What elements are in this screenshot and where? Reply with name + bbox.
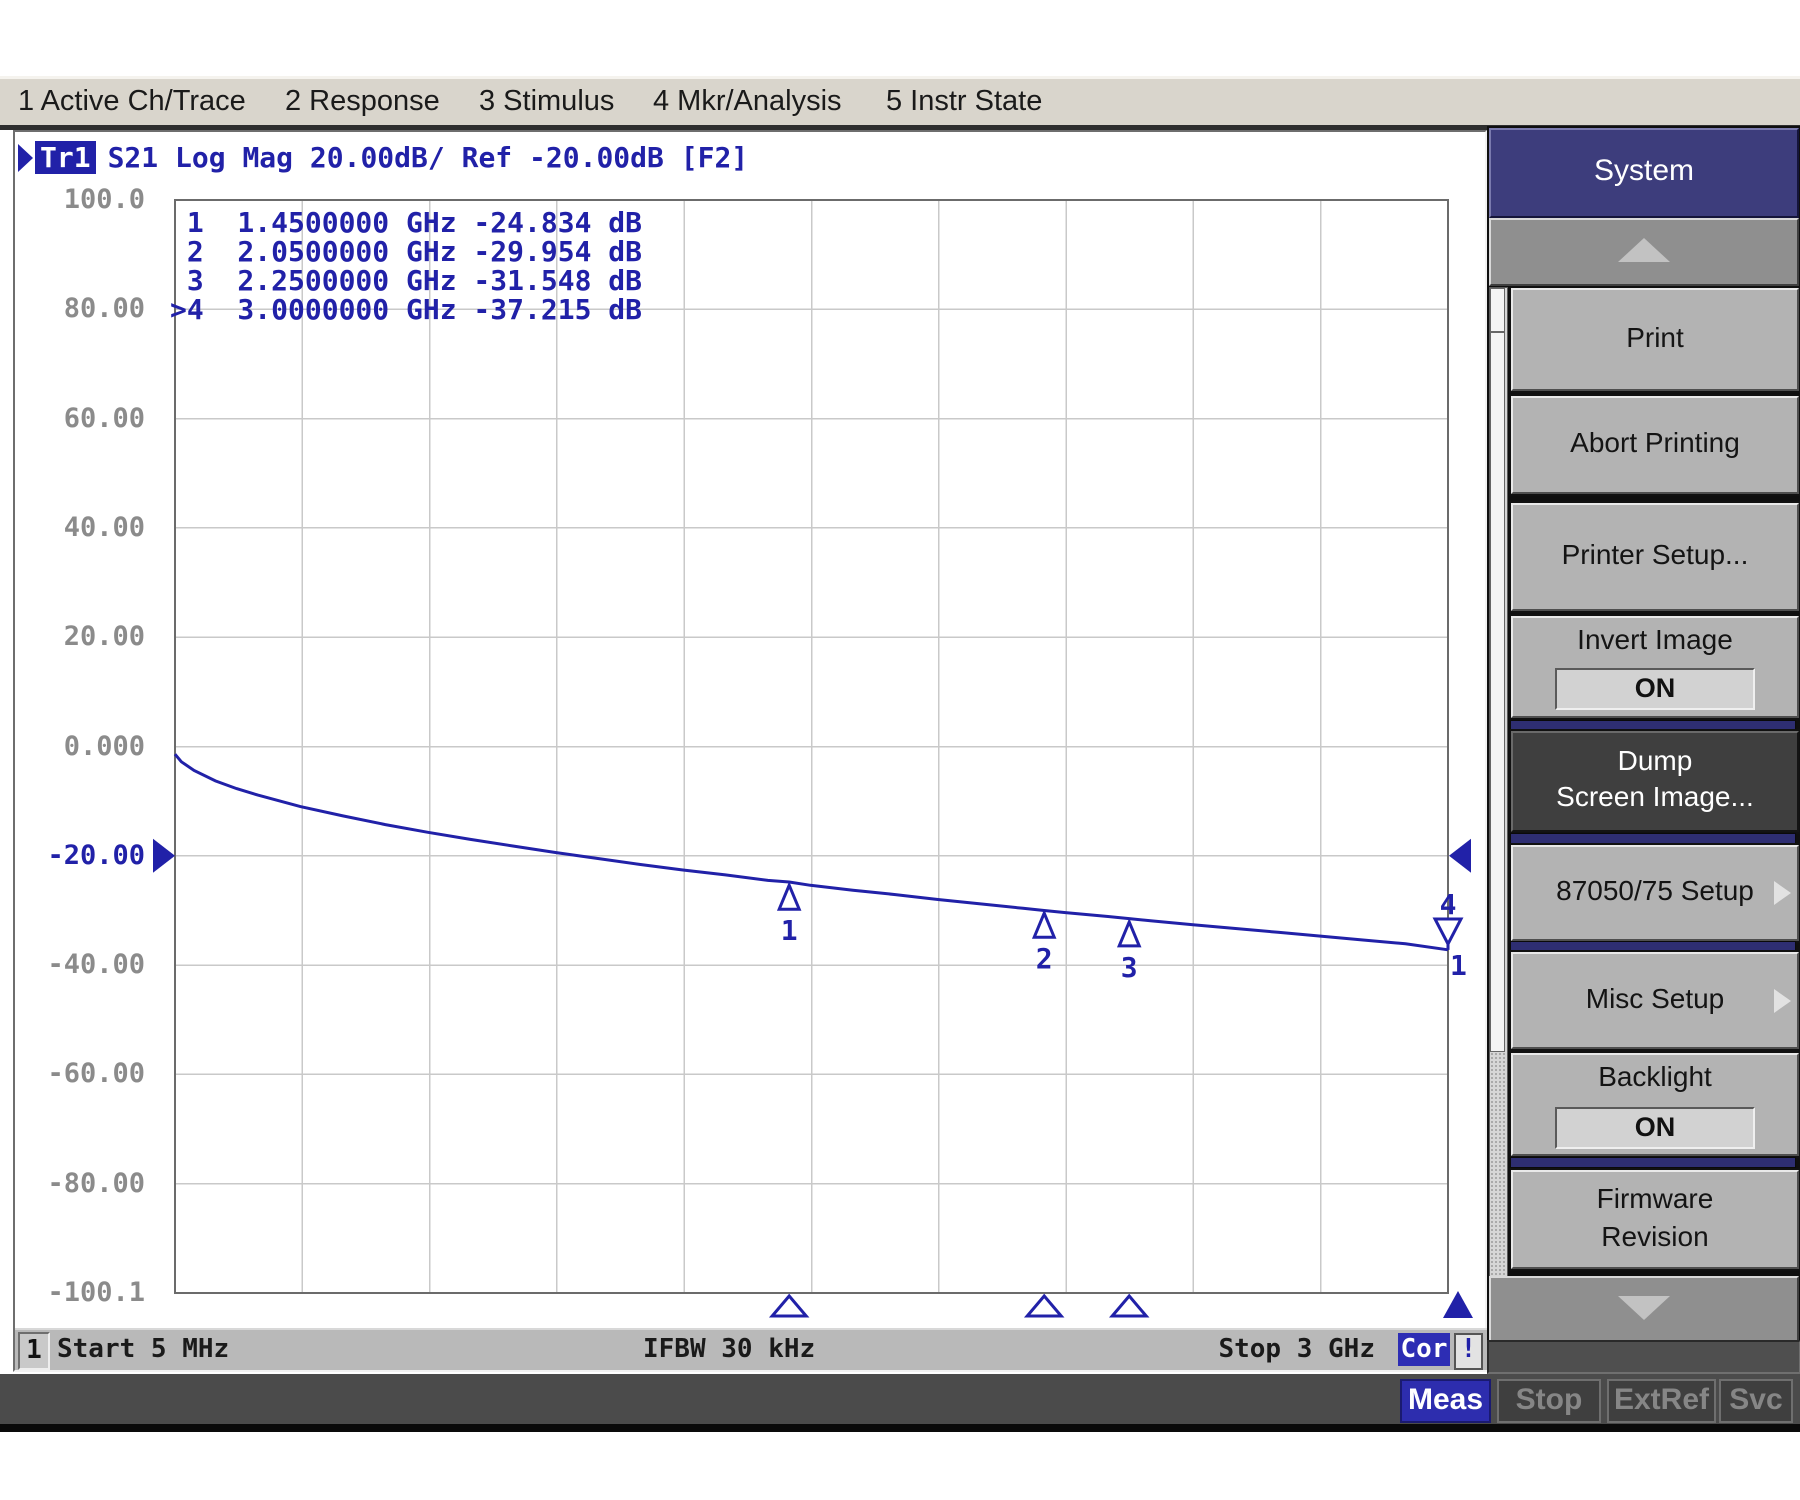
channel-indicator: 1 xyxy=(18,1332,50,1370)
softkey-label: Print xyxy=(1513,290,1797,385)
marker-table-row: >4 3.0000000 GHz -37.215 dB xyxy=(170,295,642,324)
softkey-label: Invert Image xyxy=(1513,624,1797,656)
softkey-firmware-revision[interactable]: Firmware Revision xyxy=(1511,1170,1799,1269)
menu-instr-state[interactable]: 5 Instr State xyxy=(886,85,1042,118)
menu-active-ch-trace[interactable]: 1 Active Ch/Trace xyxy=(18,85,246,118)
softkey-label: Abort Printing xyxy=(1513,398,1797,488)
softkey-printer-setup[interactable]: Printer Setup... xyxy=(1511,503,1799,611)
menu-scrollbar[interactable] xyxy=(1489,287,1508,1340)
y-axis-label: -100.1 xyxy=(28,1277,145,1309)
menu-title-system: System xyxy=(1489,128,1799,218)
y-axis-label: 20.00 xyxy=(28,621,145,653)
scrollbar-segment xyxy=(1490,288,1505,332)
status-light-stop: Stop xyxy=(1497,1379,1601,1423)
bottom-edge xyxy=(0,1424,1800,1432)
status-light-meas: Meas xyxy=(1400,1379,1491,1423)
status-light-svc: Svc xyxy=(1719,1379,1793,1423)
menu-response[interactable]: 2 Response xyxy=(285,85,440,118)
softkey-label: Screen Image... xyxy=(1513,779,1797,815)
softkey-label: Dump xyxy=(1513,743,1797,779)
y-axis-label: 60.00 xyxy=(28,403,145,435)
y-axis-label: -40.00 xyxy=(28,949,145,981)
trace-descr: S21 Log Mag 20.00dB/ Ref -20.00dB [F2] xyxy=(108,141,749,174)
active-trace-arrow-icon xyxy=(18,144,33,172)
y-axis-label: -60.00 xyxy=(28,1058,145,1090)
warning-badge: ! xyxy=(1454,1333,1483,1370)
softkey-invert-image[interactable]: Invert Image ON xyxy=(1511,616,1799,718)
ifbw-label: IFBW 30 kHz xyxy=(643,1334,815,1364)
y-axis-label: 0.000 xyxy=(28,731,145,763)
group-divider xyxy=(1511,942,1795,951)
marker-table-row: 1 1.4500000 GHz -24.834 dB xyxy=(170,208,642,237)
start-frequency-label: Start 5 MHz xyxy=(57,1334,229,1364)
stop-frequency-label: Stop 3 GHz xyxy=(1115,1334,1375,1364)
scrollbar-thumb[interactable] xyxy=(1490,332,1505,1052)
menu-recess-bar xyxy=(1487,1340,1800,1374)
scroll-up-button[interactable] xyxy=(1489,218,1799,286)
softkey-abort-printing[interactable]: Abort Printing xyxy=(1511,396,1799,494)
softkey-label: Firmware xyxy=(1513,1180,1797,1218)
softkey-label: Revision xyxy=(1513,1218,1797,1256)
softkey-print[interactable]: Print xyxy=(1511,288,1799,391)
down-arrow-icon xyxy=(1618,1296,1670,1320)
y-axis-label: 40.00 xyxy=(28,512,145,544)
status-bar: 1 Start 5 MHz IFBW 30 kHz Stop 3 GHz Cor… xyxy=(15,1328,1487,1370)
submenu-arrow-icon xyxy=(1774,881,1791,905)
softkey-label: Backlight xyxy=(1513,1061,1797,1093)
y-axis-ref-level-label: -20.00 xyxy=(28,840,145,872)
menu-bar: 1 Active Ch/Trace 2 Response 3 Stimulus … xyxy=(0,76,1800,130)
trace-title: Tr1 S21 Log Mag 20.00dB/ Ref -20.00dB [F2… xyxy=(18,141,748,175)
softkey-label: Misc Setup xyxy=(1513,954,1797,1043)
softkey-misc-setup[interactable]: Misc Setup xyxy=(1511,952,1799,1049)
submenu-arrow-icon xyxy=(1774,989,1791,1013)
menu-stimulus[interactable]: 3 Stimulus xyxy=(479,85,614,118)
up-arrow-icon xyxy=(1618,238,1670,262)
y-axis-label: -80.00 xyxy=(28,1168,145,1200)
softkey-87050-75-setup[interactable]: 87050/75 Setup xyxy=(1511,845,1799,941)
softkey-label: 87050/75 Setup xyxy=(1513,847,1797,935)
status-light-extref: ExtRef xyxy=(1607,1379,1716,1423)
menu-mkr-analysis[interactable]: 4 Mkr/Analysis xyxy=(653,85,842,118)
softkey-backlight[interactable]: Backlight ON xyxy=(1511,1053,1799,1156)
y-axis-label: 80.00 xyxy=(28,293,145,325)
correction-badge: Cor xyxy=(1398,1333,1450,1366)
scroll-down-button[interactable] xyxy=(1489,1276,1799,1344)
softkey-dump-screen-image[interactable]: Dump Screen Image... xyxy=(1511,731,1799,832)
group-divider xyxy=(1511,721,1795,730)
instrument-status-bar: Meas Stop ExtRef Svc xyxy=(0,1374,1800,1424)
y-axis-label: 100.0 xyxy=(28,184,145,216)
marker-table-row: 2 2.0500000 GHz -29.954 dB xyxy=(170,237,642,266)
group-divider xyxy=(1511,1158,1795,1167)
invert-image-state: ON xyxy=(1555,668,1755,710)
softkey-menu: System Print Abort Printing Printer Setu… xyxy=(1487,126,1800,1374)
group-divider xyxy=(1511,834,1795,843)
trace-badge[interactable]: Tr1 xyxy=(35,141,96,174)
softkey-label: Printer Setup... xyxy=(1513,505,1797,605)
marker-table-row: 3 2.2500000 GHz -31.548 dB xyxy=(170,266,642,295)
backlight-state: ON xyxy=(1555,1107,1755,1149)
instrument-screen: 12341 1 Active Ch/Trace 2 Response 3 Sti… xyxy=(0,0,1800,1500)
